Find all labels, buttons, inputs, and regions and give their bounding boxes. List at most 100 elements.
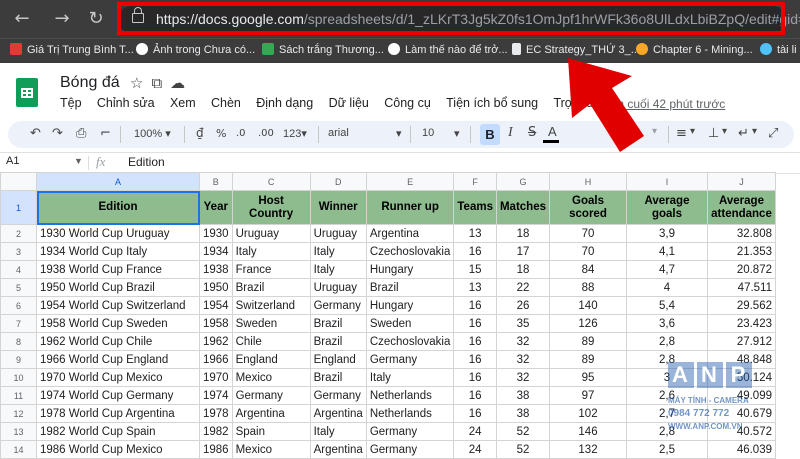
cell-winner[interactable]: Germany bbox=[309, 296, 367, 315]
bookmark-item[interactable]: Chapter 6 - Mining... bbox=[636, 43, 753, 56]
cell-year[interactable]: 1966 bbox=[199, 350, 233, 369]
cell-host-country[interactable]: Mexico bbox=[231, 368, 311, 387]
menu-tools[interactable]: Công cụ bbox=[384, 96, 431, 110]
menu-insert[interactable]: Chèn bbox=[211, 96, 241, 110]
cell-winner[interactable]: Uruguay bbox=[309, 278, 367, 297]
cell-runner-up[interactable]: Czechoslovakia bbox=[365, 242, 455, 261]
header-cell-goals-scored[interactable]: Goals scored bbox=[549, 190, 627, 225]
header-cell-teams[interactable]: Teams bbox=[453, 190, 497, 225]
back-arrow-icon[interactable]: ← bbox=[12, 9, 32, 29]
row-header[interactable]: 10 bbox=[0, 368, 37, 387]
text-rotation-icon[interactable]: ⤢ bbox=[768, 126, 778, 141]
cell-year[interactable]: 1930 bbox=[199, 224, 233, 243]
cell-edition[interactable]: 1938 World Cup France bbox=[36, 260, 200, 279]
cell-teams[interactable]: 13 bbox=[453, 224, 497, 243]
cell-year[interactable]: 1958 bbox=[199, 314, 233, 333]
header-cell-host-country[interactable]: Host Country bbox=[231, 190, 311, 225]
forward-arrow-icon[interactable]: → bbox=[52, 9, 72, 29]
cell-goals-scored[interactable]: 140 bbox=[549, 296, 627, 315]
cell-goals-scored[interactable]: 88 bbox=[549, 278, 627, 297]
row-header[interactable]: 12 bbox=[0, 404, 37, 423]
cell-edition[interactable]: 1954 World Cup Switzerland bbox=[36, 296, 200, 315]
cell-edition[interactable]: 1962 World Cup Chile bbox=[36, 332, 200, 351]
cell-goals-scored[interactable]: 97 bbox=[549, 386, 627, 405]
cell-teams[interactable]: 24 bbox=[453, 422, 497, 441]
cell-teams[interactable]: 16 bbox=[453, 404, 497, 423]
cell-edition[interactable]: 1950 World Cup Brazil bbox=[36, 278, 200, 297]
cell-edition[interactable]: 1970 World Cup Mexico bbox=[36, 368, 200, 387]
bookmark-item[interactable]: Sách trắng Thương... bbox=[262, 43, 384, 56]
cell-matches[interactable]: 32 bbox=[495, 332, 551, 351]
sheets-logo-icon[interactable] bbox=[16, 78, 38, 107]
cell-matches[interactable]: 32 bbox=[495, 350, 551, 369]
cell-runner-up[interactable]: Argentina bbox=[365, 224, 455, 243]
cell-edition[interactable]: 1978 World Cup Argentina bbox=[36, 404, 200, 423]
row-header[interactable]: 11 bbox=[0, 386, 37, 405]
cell-host-country[interactable]: Chile bbox=[231, 332, 311, 351]
paint-format-icon[interactable]: ⌐ bbox=[100, 126, 111, 141]
cell-teams[interactable]: 15 bbox=[453, 260, 497, 279]
more-formats-select[interactable]: 123▾ bbox=[283, 127, 307, 140]
row-header[interactable]: 8 bbox=[0, 332, 37, 351]
cell-host-country[interactable]: Italy bbox=[231, 242, 311, 261]
cell-runner-up[interactable]: Czechoslovakia bbox=[365, 332, 455, 351]
print-icon[interactable]: ⎙ bbox=[76, 126, 86, 141]
cell-matches[interactable]: 26 bbox=[495, 296, 551, 315]
star-icon[interactable]: ☆ bbox=[130, 74, 151, 92]
menu-edit[interactable]: Chỉnh sửa bbox=[97, 96, 155, 110]
header-cell-matches[interactable]: Matches bbox=[495, 190, 551, 225]
cell-teams[interactable]: 16 bbox=[453, 350, 497, 369]
row-header[interactable]: 13 bbox=[0, 422, 37, 441]
header-cell-average-goals[interactable]: Average goals bbox=[626, 190, 708, 225]
cell-runner-up[interactable]: Netherlands bbox=[365, 386, 455, 405]
column-header[interactable]: J bbox=[707, 172, 776, 191]
cell-host-country[interactable]: Argentina bbox=[231, 404, 311, 423]
cell-average-goals[interactable]: 2,8 bbox=[626, 332, 708, 351]
menu-addons[interactable]: Tiện ích bổ sung bbox=[446, 96, 538, 110]
zoom-select[interactable]: 100% ▾ bbox=[134, 127, 171, 140]
cell-goals-scored[interactable]: 84 bbox=[549, 260, 627, 279]
bookmark-item[interactable]: tài li bbox=[760, 43, 797, 56]
cell-goals-scored[interactable]: 146 bbox=[549, 422, 627, 441]
cell-matches[interactable]: 18 bbox=[495, 224, 551, 243]
select-all-corner[interactable] bbox=[0, 172, 37, 191]
cell-host-country[interactable]: Uruguay bbox=[231, 224, 311, 243]
vertical-align-icon[interactable]: ⊥ bbox=[708, 126, 719, 141]
cell-goals-scored[interactable]: 126 bbox=[549, 314, 627, 333]
document-title[interactable]: Bóng đá bbox=[60, 74, 120, 92]
cell-winner[interactable]: Brazil bbox=[309, 332, 367, 351]
cloud-status-icon[interactable]: ☁ bbox=[170, 74, 193, 92]
menu-file[interactable]: Tệp bbox=[60, 96, 82, 110]
cell-average-attendance[interactable]: 23.423 bbox=[707, 314, 776, 333]
header-cell-edition[interactable]: Edition bbox=[36, 190, 200, 225]
cell-edition[interactable]: 1982 World Cup Spain bbox=[36, 422, 200, 441]
cell-winner[interactable]: Argentina bbox=[309, 404, 367, 423]
move-folder-icon[interactable]: ⧉ bbox=[151, 74, 170, 92]
cell-matches[interactable]: 32 bbox=[495, 368, 551, 387]
cell-average-attendance[interactable]: 29.562 bbox=[707, 296, 776, 315]
column-header[interactable]: G bbox=[495, 172, 551, 191]
undo-icon[interactable]: ↶ bbox=[30, 126, 41, 141]
cell-teams[interactable]: 16 bbox=[453, 314, 497, 333]
cell-runner-up[interactable]: Hungary bbox=[365, 296, 455, 315]
cell-teams[interactable]: 16 bbox=[453, 296, 497, 315]
cell-average-goals[interactable]: 4,7 bbox=[626, 260, 708, 279]
bold-button[interactable]: B bbox=[480, 124, 500, 145]
bookmark-item[interactable]: Giá Trị Trung Bình T... bbox=[10, 43, 134, 56]
header-cell-runner-up[interactable]: Runner up bbox=[365, 190, 455, 225]
cell-runner-up[interactable]: Germany bbox=[365, 350, 455, 369]
cell-runner-up[interactable]: Brazil bbox=[365, 278, 455, 297]
column-header[interactable]: F bbox=[453, 172, 497, 191]
cell-teams[interactable]: 16 bbox=[453, 242, 497, 261]
header-cell-winner[interactable]: Winner bbox=[309, 190, 367, 225]
cell-runner-up[interactable]: Netherlands bbox=[365, 404, 455, 423]
cell-host-country[interactable]: England bbox=[231, 350, 311, 369]
cell-teams[interactable]: 16 bbox=[453, 332, 497, 351]
cell-goals-scored[interactable]: 102 bbox=[549, 404, 627, 423]
column-header[interactable]: B bbox=[199, 172, 233, 191]
cell-goals-scored[interactable]: 95 bbox=[549, 368, 627, 387]
column-header[interactable]: E bbox=[365, 172, 455, 191]
cell-runner-up[interactable]: Hungary bbox=[365, 260, 455, 279]
column-header[interactable]: D bbox=[309, 172, 367, 191]
row-header[interactable]: 4 bbox=[0, 260, 37, 279]
